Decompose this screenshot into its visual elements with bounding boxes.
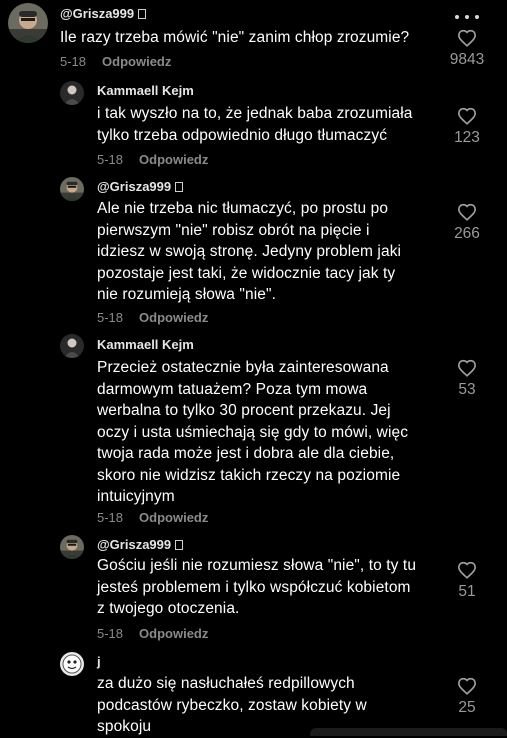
- like-count: 53: [458, 381, 476, 398]
- like-count: 266: [454, 225, 480, 242]
- like-button[interactable]: 9843: [442, 29, 492, 69]
- comment-text: i tak wyszło na to, że jednak baba zrozu…: [97, 105, 413, 144]
- avatar[interactable]: [60, 535, 84, 559]
- comment-date: 5-18: [97, 310, 124, 325]
- heart-outline-icon: [457, 107, 477, 125]
- comment-date: 5-18: [97, 152, 124, 167]
- like-count: 123: [454, 129, 480, 146]
- comment-meta: 5-18 Odpowiedz: [97, 152, 208, 167]
- heart-outline-icon: [457, 359, 477, 377]
- like-count: 25: [458, 699, 476, 716]
- reply-button[interactable]: Odpowiedz: [139, 310, 208, 325]
- like-button[interactable]: 51: [442, 561, 492, 601]
- reply-button[interactable]: Odpowiedz: [139, 152, 208, 167]
- bottom-panel-edge: [310, 728, 507, 736]
- comment-date: 5-18: [97, 626, 124, 641]
- username[interactable]: @Grisza999: [97, 179, 184, 194]
- avatar[interactable]: [8, 3, 48, 43]
- comment-meta: 5-18 Odpowiedz: [60, 54, 171, 69]
- comment-date: 5-18: [60, 54, 87, 69]
- username[interactable]: @Grisza999: [97, 537, 184, 552]
- flag-icon: [175, 540, 184, 550]
- username[interactable]: j: [97, 654, 101, 669]
- heart-outline-icon: [457, 677, 477, 695]
- avatar[interactable]: [60, 177, 84, 201]
- reply-button[interactable]: Odpowiedz: [139, 626, 208, 641]
- username[interactable]: @Grisza999: [60, 6, 147, 21]
- comment-text: Ale nie trzeba nic tłumaczyć, po prostu …: [97, 200, 402, 303]
- reply-button[interactable]: Odpowiedz: [139, 510, 208, 525]
- reply-button[interactable]: Odpowiedz: [102, 54, 171, 69]
- like-count: 9843: [449, 51, 485, 68]
- comment-meta: 5-18 Odpowiedz: [97, 310, 208, 325]
- heart-outline-icon: [457, 29, 477, 47]
- avatar[interactable]: [60, 81, 84, 105]
- comment-meta: 5-18 Odpowiedz: [97, 626, 208, 641]
- heart-outline-icon: [457, 203, 477, 221]
- more-options-button[interactable]: [455, 9, 479, 25]
- like-button[interactable]: 123: [442, 107, 492, 147]
- like-button[interactable]: 53: [442, 359, 492, 399]
- username[interactable]: Kammaell Kejm: [97, 337, 194, 352]
- avatar[interactable]: [60, 334, 84, 358]
- flag-icon: [175, 182, 184, 192]
- like-button[interactable]: 25: [442, 677, 492, 717]
- comment-meta: 5-18 Odpowiedz: [97, 510, 208, 525]
- comment-date: 5-18: [97, 510, 124, 525]
- comment-text: Przecież ostatecznie była zainteresowana…: [97, 359, 409, 505]
- more-horizontal-icon: [455, 15, 459, 19]
- comment-text: Gościu jeśli nie rozumiesz słowa "nie", …: [97, 557, 417, 617]
- like-count: 51: [458, 583, 476, 600]
- heart-outline-icon: [457, 561, 477, 579]
- avatar[interactable]: [60, 652, 84, 676]
- username[interactable]: Kammaell Kejm: [97, 83, 194, 98]
- flag-icon: [138, 9, 147, 19]
- comment-text: Ile razy trzeba mówić "nie" zanim chłop …: [60, 29, 410, 46]
- like-button[interactable]: 266: [442, 203, 492, 243]
